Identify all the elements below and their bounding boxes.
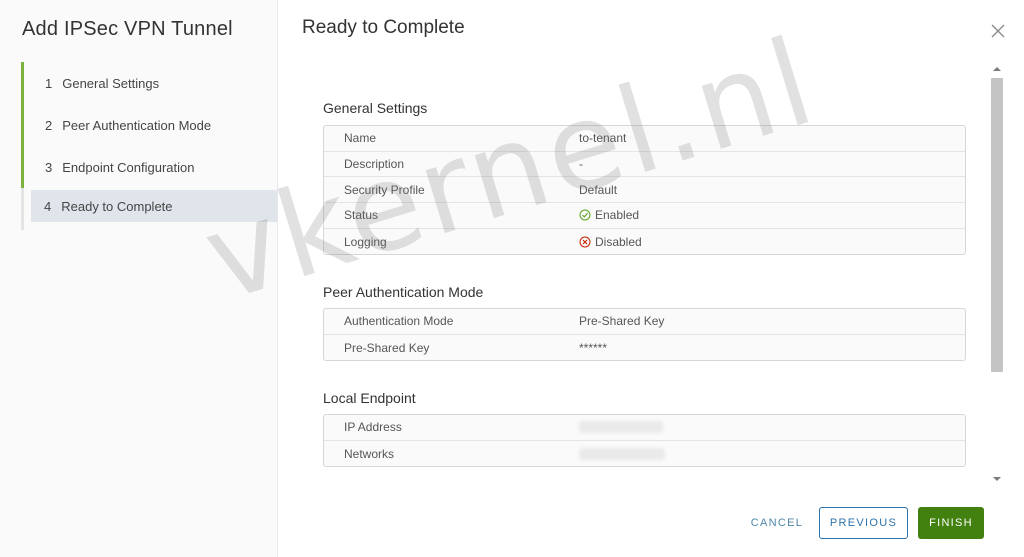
cancel-button[interactable]: CANCEL (741, 507, 813, 539)
wizard-sidebar: Add IPSec VPN Tunnel 1 General Settings … (0, 0, 278, 557)
row-key: Name (344, 131, 377, 146)
table-row: Networks (324, 441, 965, 467)
section-title-peer-authentication-mode: Peer Authentication Mode (323, 284, 484, 300)
finish-button[interactable]: FINISH (918, 507, 984, 539)
row-value: Default (579, 182, 618, 197)
row-value: Pre-Shared Key (579, 314, 665, 329)
close-icon (991, 24, 1005, 38)
close-button[interactable] (988, 21, 1008, 41)
table-row: Authentication Mode Pre-Shared Key (324, 309, 965, 335)
caret-down-icon (993, 477, 1001, 481)
table-row: Name to-tenant (324, 126, 965, 152)
general-settings-table: Name to-tenant Description - Security Pr… (323, 125, 966, 256)
row-key: Logging (344, 234, 387, 249)
wizard-step-peer-authentication-mode[interactable]: 2 Peer Authentication Mode (21, 104, 277, 146)
row-key: Pre-Shared Key (344, 340, 430, 355)
scrollbar[interactable] (990, 62, 1004, 486)
step-label: Ready to Complete (61, 198, 173, 214)
row-value: - (579, 157, 583, 172)
caret-up-icon (993, 67, 1001, 71)
section-title-local-endpoint: Local Endpoint (323, 390, 416, 406)
row-key: Authentication Mode (344, 314, 454, 329)
row-key: Description (344, 157, 405, 172)
step-label: General Settings (62, 75, 160, 91)
wizard-steps: 1 General Settings 2 Peer Authentication… (21, 62, 277, 230)
local-endpoint-table: IP Address Networks (323, 414, 966, 468)
row-key: Status (344, 208, 379, 223)
row-value (579, 447, 965, 460)
scroll-down-button[interactable] (990, 472, 1004, 486)
x-circle-icon (579, 236, 591, 248)
table-row: Pre-Shared Key ****** (324, 335, 965, 361)
step-number: 4 (44, 198, 52, 214)
row-value (579, 421, 965, 434)
section-title-general-settings: General Settings (323, 100, 428, 116)
page-title: Ready to Complete (302, 17, 465, 38)
peer-authentication-table: Authentication Mode Pre-Shared Key Pre-S… (323, 308, 966, 362)
wizard-step-general-settings[interactable]: 1 General Settings (21, 62, 277, 104)
row-value: Disabled (579, 235, 965, 249)
scrollbar-thumb[interactable] (991, 78, 1003, 372)
row-value: to-tenant (579, 131, 627, 146)
row-key: IP Address (344, 420, 402, 435)
previous-button[interactable]: PREVIOUS (819, 507, 908, 539)
row-key: Security Profile (344, 182, 425, 197)
check-circle-icon (579, 209, 591, 221)
wizard-step-ready-to-complete[interactable]: 4 Ready to Complete (21, 188, 277, 230)
step-number: 1 (45, 75, 53, 91)
wizard-step-endpoint-configuration[interactable]: 3 Endpoint Configuration (21, 146, 277, 188)
table-row: Logging Disabled (324, 229, 965, 255)
status-value: Enabled (595, 208, 640, 223)
table-row: IP Address (324, 415, 965, 441)
row-value: ****** (579, 340, 608, 355)
step-label: Endpoint Configuration (62, 159, 195, 175)
summary-scroll-area: General Settings Name to-tenant Descript… (302, 62, 1004, 486)
logging-value: Disabled (595, 234, 642, 249)
table-row: Security Profile Default (324, 177, 965, 204)
row-key: Networks (344, 446, 395, 461)
step-number: 3 (45, 159, 53, 175)
current-step-highlight: 4 Ready to Complete (31, 190, 277, 222)
wizard-title: Add IPSec VPN Tunnel (22, 18, 233, 40)
redacted-ip-address (579, 421, 663, 434)
table-row: Description - (324, 152, 965, 178)
table-row: Status Enabled (324, 203, 965, 229)
step-label: Peer Authentication Mode (62, 117, 212, 133)
step-number: 2 (45, 117, 53, 133)
row-value: Enabled (579, 208, 965, 222)
scroll-up-button[interactable] (990, 62, 1004, 76)
redacted-networks (579, 447, 665, 460)
